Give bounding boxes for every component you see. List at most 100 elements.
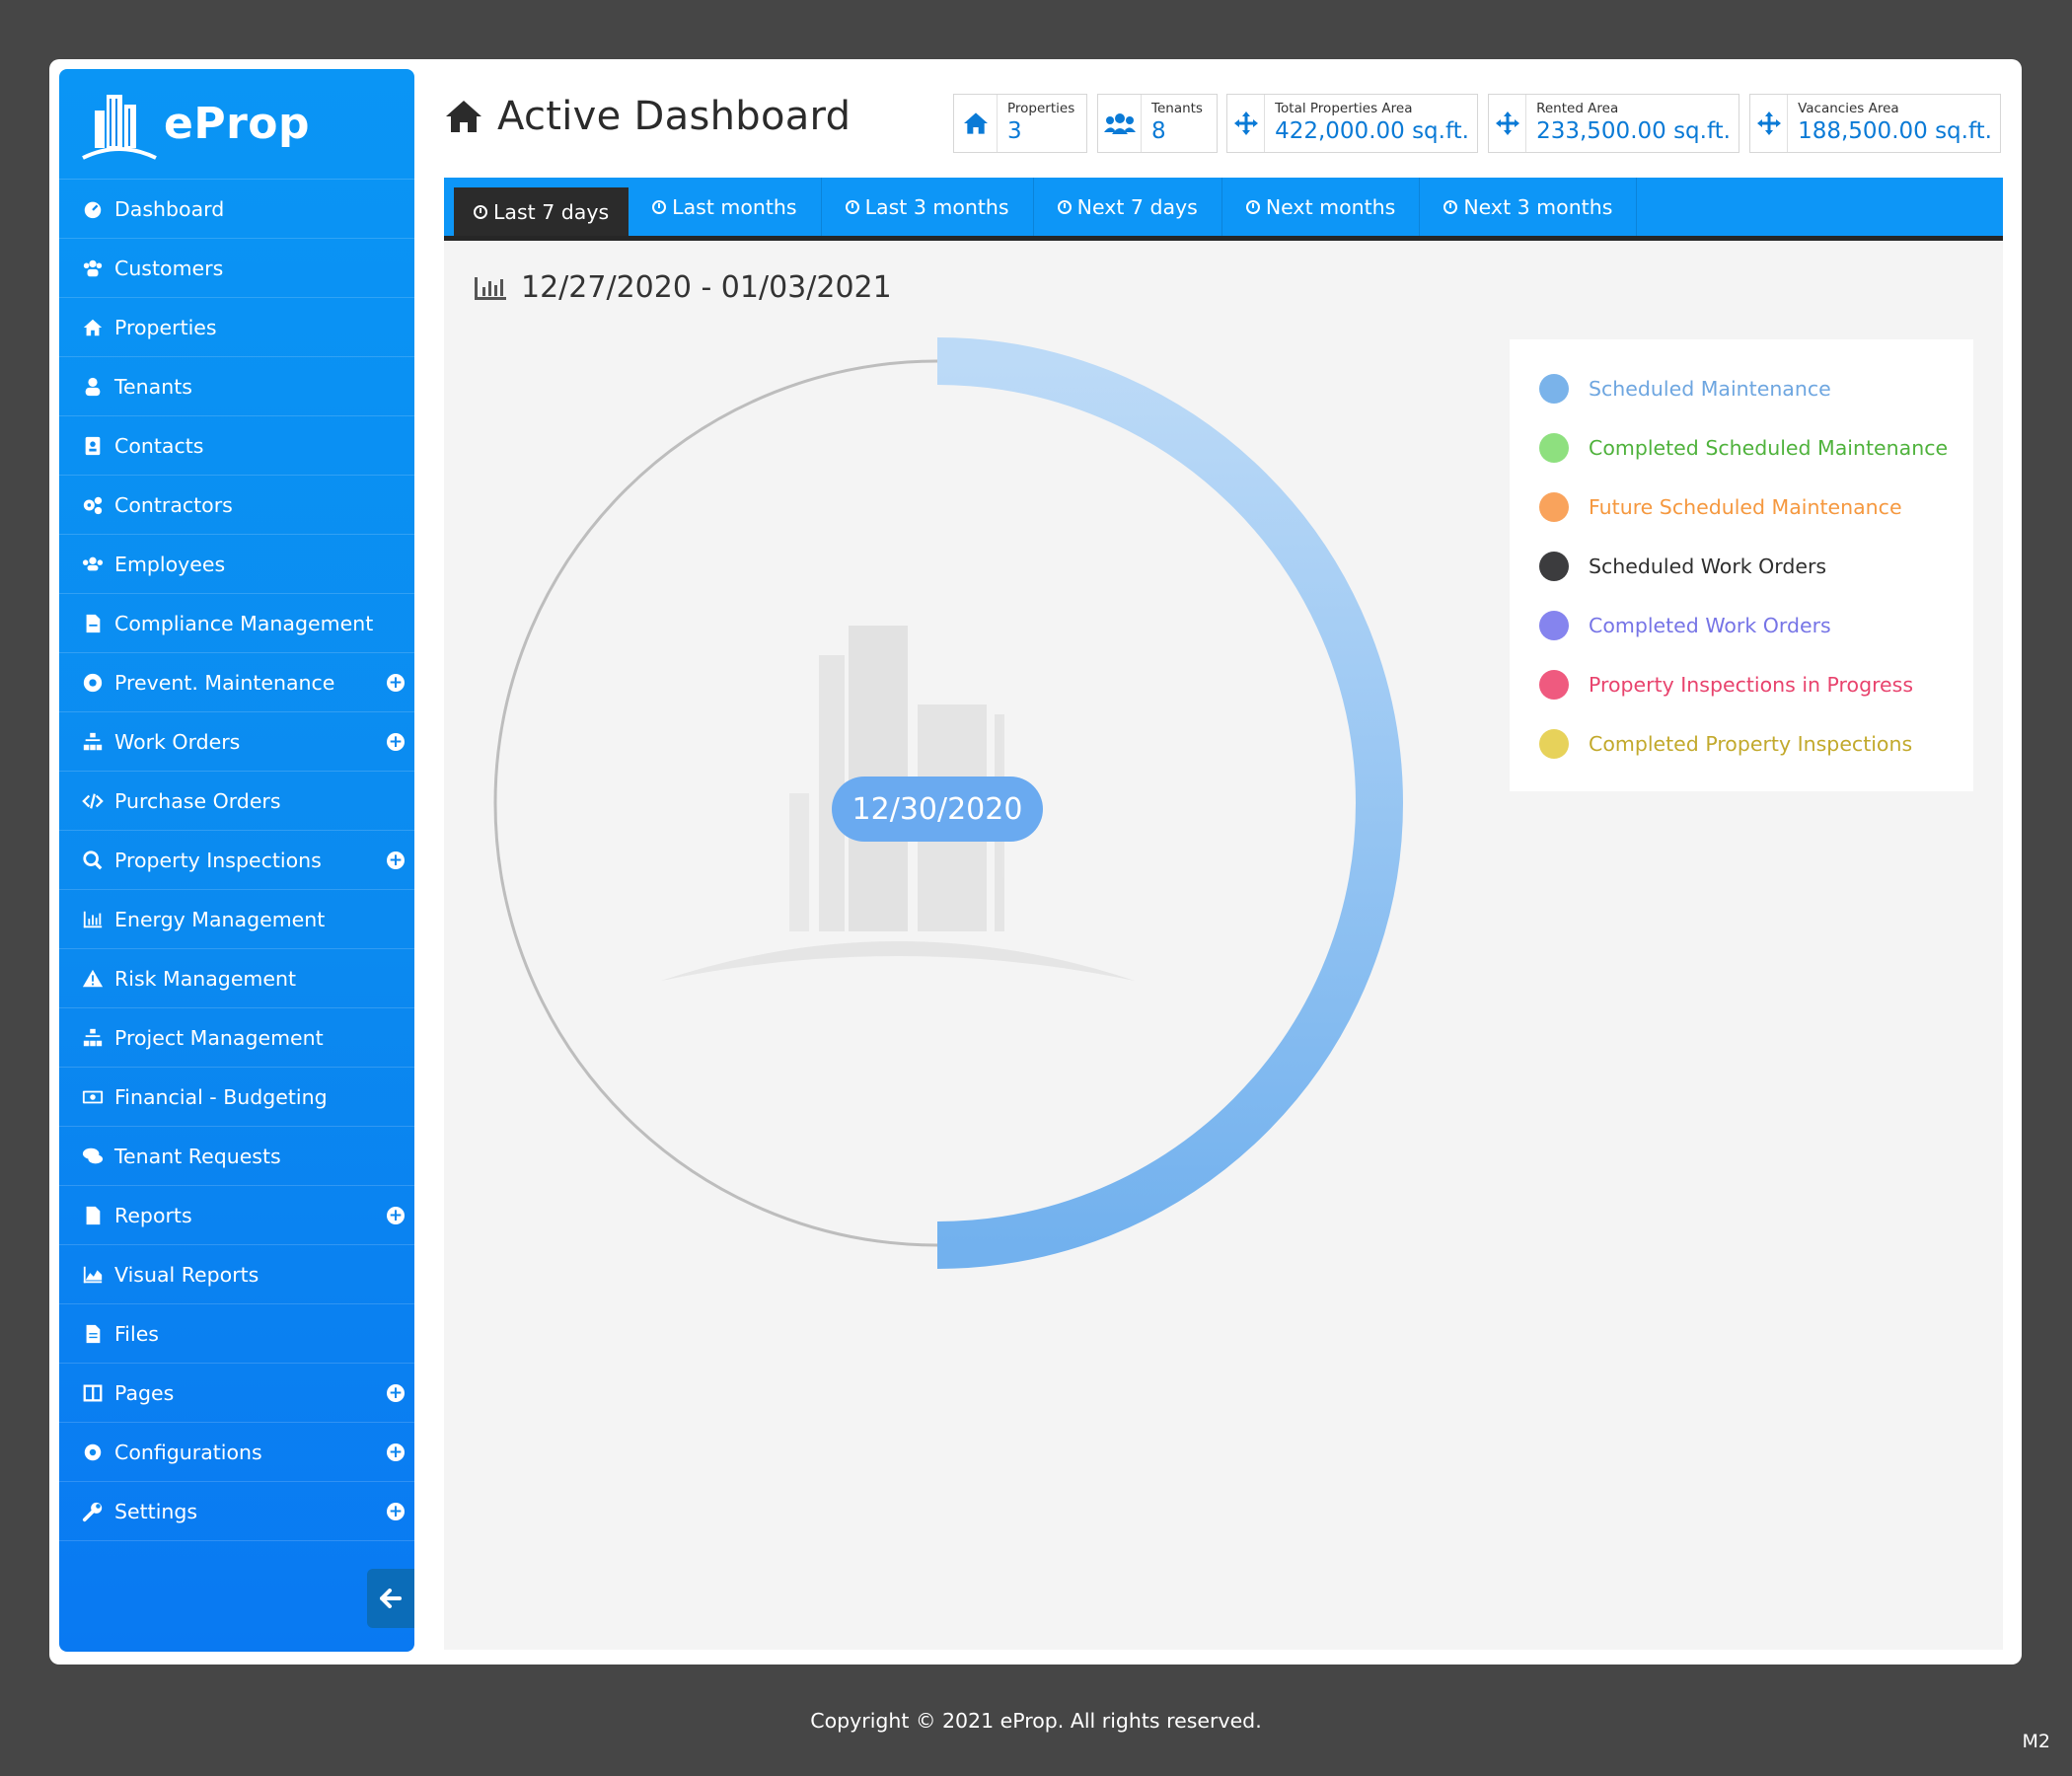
date-range: 12/27/2020 - 01/03/2021 [474,270,892,305]
collapse-sidebar-button[interactable] [367,1569,414,1628]
life-ring-icon [81,671,105,695]
sidebar-item-tenant-requests[interactable]: Tenant Requests [59,1127,414,1186]
gear-icon [81,1441,105,1464]
gears-icon [81,493,105,517]
stat-tenants[interactable]: Tenants 8 [1097,94,1218,153]
expand-plus-icon[interactable]: + [387,1207,405,1224]
warning-icon [81,967,105,991]
sidebar-item-tenants[interactable]: Tenants [59,357,414,416]
sidebar-item-label: Compliance Management [114,611,374,635]
legend-dot [1539,374,1569,404]
money-icon [81,1085,105,1109]
tab-last-3-months[interactable]: Last 3 months [822,178,1034,236]
sidebar-item-label: Work Orders [114,729,241,754]
sidebar-item-label: Pages [114,1380,175,1405]
sidebar-item-dashboard[interactable]: Dashboard [59,180,414,239]
sidebar-item-contacts[interactable]: Contacts [59,416,414,476]
sidebar-item-label: Files [114,1321,159,1346]
expand-plus-icon[interactable]: + [387,1443,405,1461]
sidebar-item-compliance-management[interactable]: Compliance Management [59,594,414,653]
stat-label: Tenants [1151,101,1203,116]
address-book-icon [81,434,105,458]
sidebar-item-label: Visual Reports [114,1262,259,1287]
legend-dot [1539,492,1569,522]
sidebar-item-label: Employees [114,552,226,576]
legend-item: Completed Scheduled Maintenance [1510,418,1973,478]
code-icon [81,789,105,813]
legend-label: Scheduled Maintenance [1589,377,1831,401]
sidebar-item-properties[interactable]: Properties [59,298,414,357]
sidebar-item-property-inspections[interactable]: Property Inspections + [59,831,414,890]
clock-icon [474,204,487,219]
legend-label: Future Scheduled Maintenance [1589,495,1902,519]
sidebar-item-label: Prevent. Maintenance [114,670,335,695]
sidebar-item-label: Contacts [114,433,204,458]
home-icon [446,101,481,132]
sidebar-item-files[interactable]: Files [59,1304,414,1364]
period-tabs: Last 7 days Last months Last 3 months Ne… [444,178,2003,241]
legend-label: Completed Scheduled Maintenance [1589,436,1949,460]
legend-label: Completed Work Orders [1589,614,1831,637]
sidebar-item-contractors[interactable]: Contractors [59,476,414,535]
home-icon [81,316,105,339]
sidebar-item-label: Properties [114,315,217,339]
sidebar-item-settings[interactable]: Settings + [59,1482,414,1541]
columns-icon [81,1381,105,1405]
current-date-pill: 12/30/2020 [832,777,1043,842]
expand-plus-icon[interactable]: + [387,851,405,869]
legend-item: Property Inspections in Progress [1510,655,1973,714]
tab-last-months[interactable]: Last months [629,178,822,236]
stat-vacancies-area[interactable]: Vacancies Area 188,500.00 sq.ft. [1749,94,2001,153]
sidebar-item-label: Financial - Budgeting [114,1084,328,1109]
tab-next-7-days[interactable]: Next 7 days [1034,178,1222,236]
legend-dot [1539,552,1569,581]
stat-rented-area[interactable]: Rented Area 233,500.00 sq.ft. [1488,94,1739,153]
move-arrows-icon [1756,111,1781,135]
sidebar-item-label: Energy Management [114,907,326,931]
sidebar-item-reports[interactable]: Reports + [59,1186,414,1245]
stat-value: 233,500.00 sq.ft. [1536,118,1731,144]
sidebar-item-configurations[interactable]: Configurations + [59,1423,414,1482]
clock-icon [845,199,859,214]
legend-item: Scheduled Work Orders [1510,537,1973,596]
expand-plus-icon[interactable]: + [387,733,405,751]
sidebar-item-visual-reports[interactable]: Visual Reports [59,1245,414,1304]
sidebar-item-label: Dashboard [114,196,225,221]
users-icon [81,553,105,576]
expand-plus-icon[interactable]: + [387,674,405,692]
stat-total-area[interactable]: Total Properties Area 422,000.00 sq.ft. [1226,94,1478,153]
buildings-logo-icon [82,94,157,160]
expand-plus-icon[interactable]: + [387,1503,405,1520]
sidebar-item-customers[interactable]: Customers [59,239,414,298]
sidebar-item-prevent-maintenance[interactable]: Prevent. Maintenance + [59,653,414,712]
sidebar-item-label: Contractors [114,492,233,517]
stat-properties[interactable]: Properties 3 [953,94,1087,153]
tab-next-3-months[interactable]: Next 3 months [1420,178,1638,236]
users-icon [1103,113,1136,134]
tab-next-months[interactable]: Next months [1222,178,1421,236]
sidebar-item-label: Customers [114,256,224,280]
file-pdf-icon [81,612,105,635]
tab-last-7-days[interactable]: Last 7 days [454,187,629,236]
stat-value: 3 [1007,118,1022,144]
sidebar-item-employees[interactable]: Employees [59,535,414,594]
sidebar-item-financial-budgeting[interactable]: Financial - Budgeting [59,1068,414,1127]
sidebar-item-pages[interactable]: Pages + [59,1364,414,1423]
legend-item: Scheduled Maintenance [1510,359,1973,418]
logo[interactable]: eProp [59,69,414,180]
sidebar-item-label: Settings [114,1499,198,1523]
move-arrows-icon [1233,111,1258,135]
area-chart-icon [81,1263,105,1287]
legend-dot [1539,670,1569,700]
comments-icon [81,1145,105,1168]
legend-item: Future Scheduled Maintenance [1510,478,1973,537]
sidebar-item-risk-management[interactable]: Risk Management [59,949,414,1008]
sidebar-item-work-orders[interactable]: Work Orders + [59,712,414,772]
sidebar-item-purchase-orders[interactable]: Purchase Orders [59,772,414,831]
clock-icon [652,199,667,214]
sidebar-item-energy-management[interactable]: Energy Management [59,890,414,949]
stat-value: 188,500.00 sq.ft. [1798,118,1992,144]
sidebar-item-project-management[interactable]: Project Management [59,1008,414,1068]
bar-chart-icon [81,908,105,931]
expand-plus-icon[interactable]: + [387,1384,405,1402]
